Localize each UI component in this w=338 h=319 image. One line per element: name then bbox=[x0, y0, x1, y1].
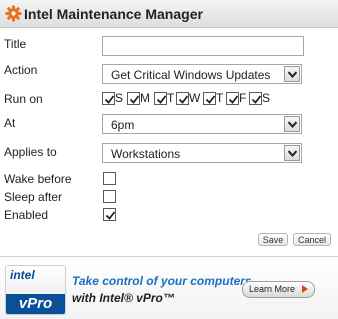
chevron-down-icon[interactable] bbox=[284, 66, 300, 82]
applies-to-label: Applies to bbox=[4, 145, 57, 159]
applies-to-select-value: Workstations bbox=[111, 147, 181, 161]
enabled-label: Enabled bbox=[4, 208, 49, 222]
learn-more-button[interactable]: Learn More bbox=[242, 281, 315, 298]
gear-icon bbox=[5, 5, 22, 22]
banner-subline: with Intel® vPro™ bbox=[72, 291, 175, 305]
logo-vpro-text: vPro bbox=[6, 294, 65, 314]
title-label: Title bbox=[4, 37, 27, 51]
day-label: F bbox=[239, 91, 247, 105]
checkbox-friday[interactable] bbox=[226, 92, 239, 105]
wake-before-label: Wake before bbox=[4, 172, 72, 186]
banner-headline: Take control of your computers bbox=[72, 274, 252, 288]
chevron-down-icon[interactable] bbox=[284, 145, 300, 161]
checkbox-monday[interactable] bbox=[127, 92, 140, 105]
action-select-value: Get Critical Windows Updates bbox=[111, 68, 271, 82]
app-title: Intel Maintenance Manager bbox=[24, 6, 203, 22]
learn-more-label: Learn More bbox=[249, 284, 296, 294]
day-label: T bbox=[167, 91, 175, 105]
checkbox-wednesday[interactable] bbox=[176, 92, 189, 105]
title-input[interactable] bbox=[102, 36, 304, 56]
checkbox-saturday[interactable] bbox=[249, 92, 262, 105]
logo-intel-text: intel bbox=[10, 268, 35, 282]
day-label: S bbox=[262, 91, 271, 105]
time-select-value: 6pm bbox=[111, 118, 135, 132]
action-label: Action bbox=[4, 63, 38, 77]
chevron-down-icon[interactable] bbox=[284, 116, 300, 132]
intel-vpro-logo[interactable]: intel vPro bbox=[5, 265, 66, 315]
wake-before-checkbox[interactable] bbox=[103, 172, 116, 185]
applies-to-select[interactable]: Workstations bbox=[102, 143, 302, 163]
checkbox-thursday[interactable] bbox=[203, 92, 216, 105]
sleep-after-checkbox[interactable] bbox=[103, 190, 116, 203]
run-on-label: Run on bbox=[4, 92, 43, 106]
action-select[interactable]: Get Critical Windows Updates bbox=[102, 64, 302, 84]
day-label: M bbox=[140, 91, 150, 105]
time-select[interactable]: 6pm bbox=[102, 114, 302, 134]
cancel-button[interactable]: Cancel bbox=[293, 233, 331, 246]
enabled-checkbox[interactable] bbox=[103, 208, 116, 221]
title-bar: Intel Maintenance Manager bbox=[0, 0, 338, 28]
checkbox-sunday[interactable] bbox=[102, 92, 115, 105]
day-label: S bbox=[115, 91, 124, 105]
checkbox-tuesday[interactable] bbox=[154, 92, 167, 105]
sleep-after-label: Sleep after bbox=[4, 190, 63, 204]
at-label: At bbox=[4, 116, 16, 130]
save-button[interactable]: Save bbox=[258, 233, 288, 246]
play-arrow-icon bbox=[302, 285, 308, 293]
day-label: T bbox=[216, 91, 224, 105]
day-label: W bbox=[189, 91, 201, 105]
